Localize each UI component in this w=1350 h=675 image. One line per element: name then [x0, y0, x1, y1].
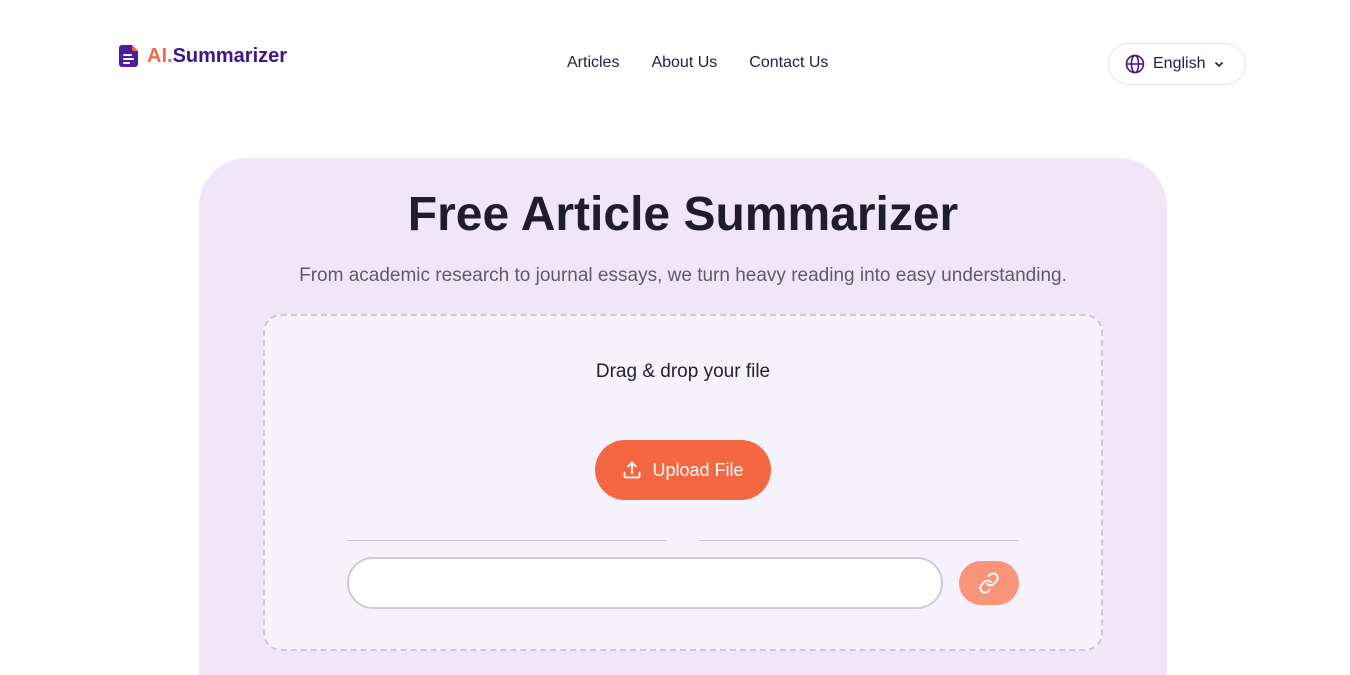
logo-name: Summarizer — [172, 45, 288, 67]
upload-icon — [624, 461, 641, 479]
submit-link-button[interactable] — [959, 561, 1019, 605]
document-icon — [119, 45, 138, 67]
nav-contact-us-link[interactable]: Contact Us — [749, 52, 828, 74]
chevron-down-icon — [1215, 61, 1224, 68]
upload-file-button[interactable]: Upload File — [595, 440, 771, 500]
logo-text: AI.Summarizer — [147, 44, 287, 68]
language-selector[interactable]: English — [1108, 43, 1246, 85]
hero-section: Free Article Summarizer From academic re… — [199, 158, 1167, 675]
page-subtitle: From academic research to journal essays… — [299, 265, 1067, 286]
link-icon — [979, 572, 999, 594]
divider-right — [699, 540, 1019, 541]
language-label: English — [1153, 55, 1206, 72]
url-input[interactable] — [347, 557, 943, 609]
file-dropzone[interactable]: Drag & drop your file Upload File — [263, 314, 1103, 651]
dropzone-prompt: Drag & drop your file — [595, 361, 771, 382]
site-header: AI.Summarizer Articles About Us Contact … — [0, 0, 1350, 120]
page-title: Free Article Summarizer — [407, 188, 959, 241]
divider-left — [347, 540, 667, 541]
nav-articles-link[interactable]: Articles — [567, 52, 619, 74]
site-logo[interactable]: AI.Summarizer — [119, 44, 287, 68]
main-nav: Articles About Us Contact Us — [567, 52, 828, 74]
upload-file-label: Upload File — [652, 459, 744, 480]
logo-prefix: AI. — [147, 45, 173, 67]
globe-icon — [1125, 54, 1145, 74]
nav-about-us-link[interactable]: About Us — [651, 52, 717, 74]
